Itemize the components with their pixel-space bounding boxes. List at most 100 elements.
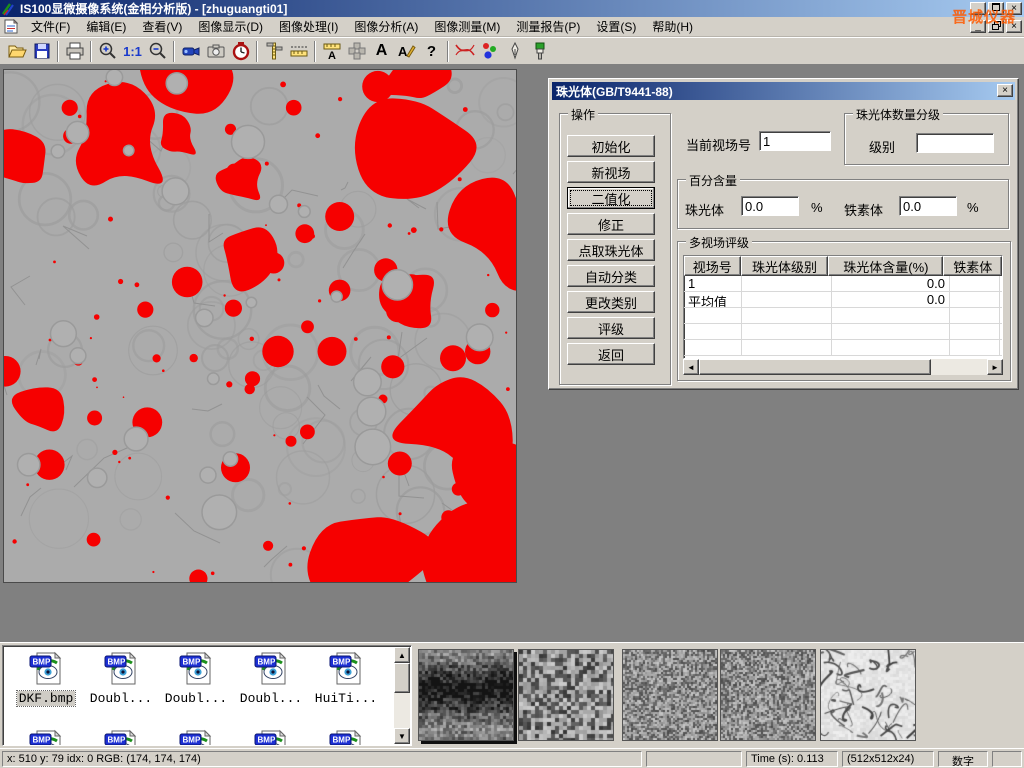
annotate-button[interactable]: A: [394, 39, 419, 64]
file-item[interactable]: BMP Doubl...: [159, 650, 233, 706]
pen-tool-button[interactable]: [502, 39, 527, 64]
operation-group-label: 操作: [568, 106, 598, 123]
multi-field-group-label: 多视场评级: [686, 234, 752, 251]
status-bar: x: 510 y: 79 idx: 0 RGB: (174, 174, 174)…: [0, 748, 1024, 768]
col-grade[interactable]: 珠光体级别: [741, 256, 829, 276]
file-item[interactable]: BMP Doubl...: [84, 650, 158, 706]
table-horizontal-scrollbar[interactable]: ◄ ►: [683, 359, 1003, 375]
file-item[interactable]: BMP Doubl...: [234, 650, 308, 706]
image-tile-button[interactable]: [344, 39, 369, 64]
file-item[interactable]: BMP DKF.bmp: [9, 650, 83, 706]
thumbnail-4[interactable]: [720, 649, 816, 741]
auto-classify-button[interactable]: 自动分类: [567, 265, 655, 287]
table-row[interactable]: 平均值 0.0: [684, 292, 1002, 308]
menu-settings[interactable]: 设置(S): [588, 16, 644, 37]
printer-icon: [65, 41, 85, 61]
save-button[interactable]: [29, 39, 54, 64]
file-item[interactable]: BMP HuiTi...: [309, 650, 383, 706]
menu-view[interactable]: 查看(V): [134, 16, 190, 37]
menu-help[interactable]: 帮助(H): [644, 16, 701, 37]
scroll-right-arrow[interactable]: ►: [987, 359, 1003, 375]
micrograph-image[interactable]: [3, 69, 517, 583]
dialog-close-button[interactable]: ×: [997, 84, 1013, 97]
scroll-down-arrow[interactable]: ▼: [394, 728, 410, 744]
help-button[interactable]: ?: [419, 39, 444, 64]
menu-image-processing[interactable]: 图像处理(I): [271, 16, 346, 37]
file-list[interactable]: BMP DKF.bmp BMP Doubl... BMP Doubl... BM…: [2, 645, 412, 746]
thumbnail-3[interactable]: [622, 649, 718, 741]
ruler-button[interactable]: [286, 39, 311, 64]
dialog-title-bar[interactable]: 珠光体(GB/T9441-88) ×: [552, 82, 1015, 100]
svg-text:BMP: BMP: [258, 736, 276, 745]
brush-tool-button[interactable]: [527, 39, 552, 64]
file-item[interactable]: BMP: [84, 728, 158, 746]
zoom-in-button[interactable]: [95, 39, 120, 64]
file-item[interactable]: BMP: [159, 728, 233, 746]
multi-field-table[interactable]: 视场号 珠光体级别 珠光体含量(%) 铁素体 1 0.0 平均值 0.0: [683, 255, 1003, 359]
window-title: IS100显微摄像系统(金相分析版) - [zhuguangti01]: [20, 0, 287, 17]
text-button[interactable]: A: [369, 39, 394, 64]
caliper-button[interactable]: [261, 39, 286, 64]
color-balls-icon: [480, 41, 500, 61]
file-item[interactable]: BMP: [9, 728, 83, 746]
change-category-button[interactable]: 更改类别: [567, 291, 655, 313]
pearlite-label: 珠光体: [685, 200, 724, 219]
bmp-file-icon: BMP: [29, 728, 63, 746]
file-list-scrollbar[interactable]: ▲ ▼: [394, 647, 410, 744]
floppy-icon: [33, 42, 51, 60]
curve-tool-button[interactable]: [452, 39, 477, 64]
timer-button[interactable]: [228, 39, 253, 64]
rate-button[interactable]: 评级: [567, 317, 655, 339]
correct-button[interactable]: 修正: [567, 213, 655, 235]
return-button[interactable]: 返回: [567, 343, 655, 365]
bmp-file-icon: BMP: [254, 728, 288, 746]
ruler-icon: [289, 41, 309, 61]
svg-text:BMP: BMP: [108, 736, 126, 745]
file-item[interactable]: BMP: [309, 728, 383, 746]
cell-field: 平均值: [684, 292, 742, 307]
scrollbar-thumb[interactable]: [699, 359, 931, 375]
col-field[interactable]: 视场号: [684, 256, 741, 276]
menu-bar: 文件(F) 编辑(E) 查看(V) 图像显示(D) 图像处理(I) 图像分析(A…: [0, 17, 1024, 37]
capture-button[interactable]: [203, 39, 228, 64]
image-tile-icon: [347, 41, 367, 61]
file-item[interactable]: BMP: [234, 728, 308, 746]
menu-image-display[interactable]: 图像显示(D): [190, 16, 271, 37]
percent-group-label: 百分含量: [686, 172, 740, 189]
col-pearlite[interactable]: 珠光体含量(%): [828, 256, 943, 276]
video-camera-button[interactable]: [178, 39, 203, 64]
new-field-button[interactable]: 新视场: [567, 161, 655, 183]
col-ferrite[interactable]: 铁素体: [943, 256, 1002, 276]
menu-file[interactable]: 文件(F): [23, 16, 78, 37]
current-field-input[interactable]: [759, 131, 831, 151]
thumbnail-5[interactable]: [820, 649, 916, 741]
grade-input[interactable]: [916, 133, 994, 153]
scroll-up-arrow[interactable]: ▲: [394, 647, 410, 663]
print-button[interactable]: [62, 39, 87, 64]
zoom-out-button[interactable]: [145, 39, 170, 64]
actual-size-button[interactable]: 1:1: [120, 39, 145, 64]
text-tool-label: A: [376, 42, 388, 60]
menu-image-analysis[interactable]: 图像分析(A): [346, 16, 426, 37]
curve-icon: [454, 41, 476, 61]
pick-pearlite-button[interactable]: 点取珠光体: [567, 239, 655, 261]
initialize-button[interactable]: 初始化: [567, 135, 655, 157]
menu-measure-report[interactable]: 测量报告(P): [508, 16, 588, 37]
scrollbar-thumb[interactable]: [394, 663, 410, 693]
particle-classify-button[interactable]: [477, 39, 502, 64]
brush-icon: [532, 41, 548, 61]
binarize-button[interactable]: 二值化: [567, 187, 655, 209]
open-button[interactable]: [4, 39, 29, 64]
menu-image-measure[interactable]: 图像测量(M): [426, 16, 508, 37]
thumbnail-2[interactable]: [518, 649, 614, 741]
actual-size-label: 1:1: [123, 44, 142, 59]
scroll-left-arrow[interactable]: ◄: [683, 359, 699, 375]
table-row[interactable]: 1 0.0: [684, 276, 1002, 292]
document-icon[interactable]: [3, 19, 19, 34]
file-name: DKF.bmp: [17, 691, 76, 706]
pearlite-percent-input[interactable]: [741, 196, 799, 216]
measure-text-button[interactable]: A: [319, 39, 344, 64]
thumbnail-1[interactable]: [418, 649, 514, 741]
menu-edit[interactable]: 编辑(E): [78, 16, 134, 37]
ferrite-percent-input[interactable]: [899, 196, 957, 216]
